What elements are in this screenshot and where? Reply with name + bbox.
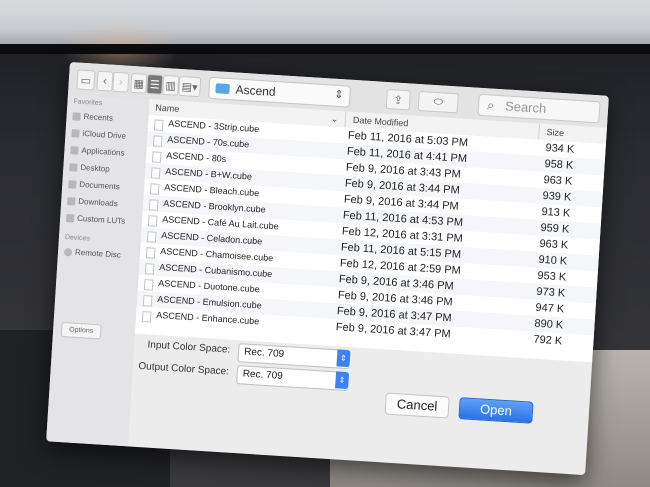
- file-name: ASCEND - Duotone.cube: [157, 277, 260, 295]
- sidebar-item-desktop[interactable]: Desktop: [69, 162, 110, 174]
- sidebar-item-label: iCloud Drive: [82, 128, 127, 141]
- file-size: 973 K: [536, 285, 566, 300]
- forward-icon[interactable]: ›: [112, 71, 130, 93]
- sidebar-item-icloud[interactable]: iCloud Drive: [71, 128, 127, 141]
- file-size: 792 K: [533, 333, 563, 348]
- sort-chevron-icon: ⌄: [330, 113, 339, 124]
- sidebar-item-documents[interactable]: Documents: [68, 179, 120, 191]
- file-size: 958 K: [544, 158, 574, 172]
- file-rows: ASCEND - 3Strip.cube Feb 11, 2016 at 5:03…: [135, 115, 606, 362]
- share-icon[interactable]: ⇪: [385, 88, 411, 111]
- sidebar-header-devices: Devices: [64, 234, 91, 243]
- folder-name: Ascend: [235, 82, 276, 99]
- file-icon: [147, 215, 158, 227]
- downloads-icon: [67, 196, 76, 206]
- sidebar-item-label: Custom LUTs: [76, 213, 126, 226]
- tag-icon[interactable]: ⬭: [417, 90, 459, 114]
- sidebar-item-custom-luts[interactable]: Custom LUTs: [65, 213, 126, 226]
- file-icon: [151, 151, 162, 163]
- file-size: 890 K: [534, 317, 564, 332]
- file-name: ASCEND - B+W.cube: [165, 166, 253, 182]
- file-list: Name ⌄ Date Modified Size ASCEND - 3Stri…: [135, 99, 607, 363]
- file-size: 953 K: [537, 269, 567, 284]
- file-size: 963 K: [543, 173, 573, 188]
- folder-icon: [215, 83, 230, 95]
- sidebar-item-label: Recents: [83, 111, 114, 123]
- file-size: 934 K: [545, 142, 575, 156]
- file-name: ASCEND - Celadon.cube: [160, 230, 263, 247]
- file-size: 959 K: [540, 221, 570, 236]
- file-size: 913 K: [541, 205, 571, 220]
- file-icon: [146, 231, 157, 243]
- column-view-icon[interactable]: ▥: [162, 74, 180, 96]
- sidebar-item-remote-disc[interactable]: Remote Disc: [63, 247, 122, 260]
- gallery-view-icon[interactable]: ▤▾: [178, 75, 202, 98]
- monitor-edge: [0, 44, 650, 54]
- column-size[interactable]: Size: [546, 127, 564, 138]
- cloud-icon: [71, 128, 80, 138]
- file-icon: [143, 279, 154, 291]
- column-divider: [344, 111, 347, 128]
- list-view-icon[interactable]: ☰: [146, 73, 164, 95]
- file-icon: [150, 167, 161, 179]
- sidebar-item-recents[interactable]: Recents: [72, 111, 113, 123]
- search-placeholder: Search: [504, 98, 547, 116]
- file-name: ASCEND - 80s: [166, 150, 227, 164]
- file-icon: [145, 247, 156, 259]
- cancel-button[interactable]: Cancel: [384, 392, 450, 419]
- file-icon: [142, 295, 153, 307]
- desktop-icon: [69, 162, 78, 172]
- options-button[interactable]: Options: [60, 321, 102, 340]
- disc-icon: [63, 247, 73, 256]
- file-name: ASCEND - Bleach.cube: [164, 182, 260, 199]
- sidebar-item-label: Documents: [79, 179, 121, 192]
- column-divider: [538, 123, 541, 140]
- icon-view-icon[interactable]: ▦: [130, 72, 148, 94]
- search-icon: ⌕: [486, 97, 495, 113]
- back-icon[interactable]: ‹: [96, 70, 114, 92]
- sidebar-item-downloads[interactable]: Downloads: [67, 196, 118, 208]
- file-size: 939 K: [542, 189, 572, 204]
- sidebar-header-favorites: Favorites: [73, 98, 103, 108]
- folder-popup[interactable]: Ascend ⇕: [207, 76, 352, 108]
- chevron-updown-icon: ⇕: [333, 88, 344, 102]
- search-field[interactable]: ⌕ Search: [477, 93, 601, 124]
- file-name: ASCEND - 70s.cube: [167, 134, 250, 150]
- sidebar-item-label: Desktop: [80, 162, 110, 174]
- open-file-dialog: ▭ ‹ › ▦ ☰ ▥ ▤▾ Ascend ⇕ ⇪ ⬭ ⌕ Search Fav…: [46, 62, 609, 476]
- sidebar-item-label: Applications: [81, 145, 125, 158]
- file-icon: [141, 311, 152, 323]
- folder-icon: [65, 213, 75, 223]
- file-size: 963 K: [539, 237, 569, 252]
- file-icon: [148, 199, 159, 211]
- file-name: ASCEND - 3Strip.cube: [168, 118, 260, 135]
- file-icon: [153, 119, 164, 131]
- applications-icon: [70, 145, 79, 155]
- sidebar-item-label: Remote Disc: [74, 247, 122, 260]
- file-size: 947 K: [535, 301, 565, 316]
- column-date-modified[interactable]: Date Modified: [353, 115, 409, 128]
- sidebar-item-applications[interactable]: Applications: [70, 145, 125, 158]
- sidebar-item-label: Downloads: [77, 196, 119, 209]
- file-icon: [149, 183, 160, 195]
- column-name[interactable]: Name: [155, 102, 180, 113]
- documents-icon: [68, 179, 77, 189]
- file-icon: [144, 263, 155, 275]
- open-button[interactable]: Open: [458, 397, 534, 424]
- sidebar-toggle-icon[interactable]: ▭: [76, 69, 96, 91]
- file-icon: [152, 135, 163, 147]
- clock-icon: [72, 111, 81, 121]
- file-size: 910 K: [538, 253, 568, 268]
